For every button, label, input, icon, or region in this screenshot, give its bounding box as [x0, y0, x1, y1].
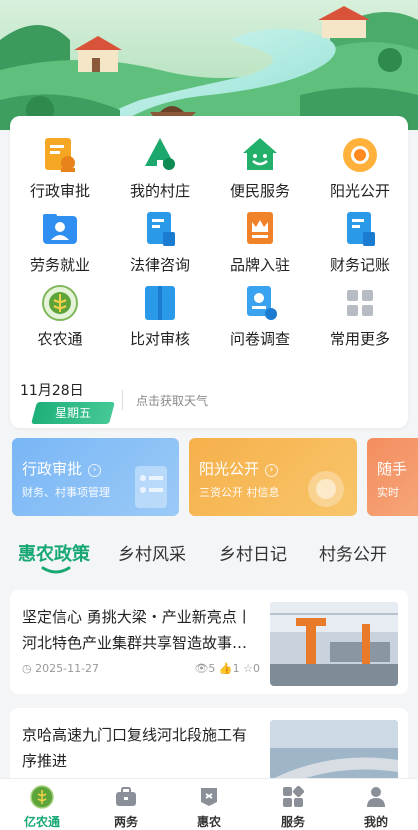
- service-label: 农农通: [37, 330, 83, 348]
- news-card[interactable]: 京哈高速九门口复线河北段施工有序推进: [10, 708, 408, 804]
- user-icon: [367, 787, 385, 807]
- chevron-right-icon: ›: [265, 464, 279, 477]
- briefcase-icon: [116, 787, 136, 806]
- promo-subtitle: 实时: [377, 486, 399, 499]
- news-title: 京哈高速九门口复线河北段施工有序推进: [22, 726, 248, 770]
- promo-sunshine-public[interactable]: 阳光公开 › 三资公开 村信息: [189, 438, 357, 516]
- promo-subtitle: 财务、村事项管理: [22, 486, 110, 499]
- service-label: 品牌入驻: [229, 256, 290, 274]
- sun-decor-icon: [308, 471, 344, 507]
- tab-policy[interactable]: 惠农政策: [18, 540, 90, 566]
- news-thumbnail-factory: [270, 602, 398, 686]
- service-label: 问卷调查: [229, 330, 290, 348]
- service-label: 劳务就业: [29, 256, 90, 274]
- service-more[interactable]: 常用更多: [310, 284, 410, 354]
- service-label: 便民服务: [229, 182, 290, 200]
- more-grid-icon: [347, 290, 373, 316]
- yinongtong-logo-icon: [30, 785, 54, 809]
- header-banner: [0, 0, 418, 130]
- service-survey[interactable]: 问卷调查: [210, 284, 310, 354]
- nav-service[interactable]: 服务: [251, 783, 335, 830]
- service-compare-review[interactable]: 比对审核: [110, 284, 210, 354]
- nav-yinongtong[interactable]: 亿农通: [0, 783, 84, 830]
- nav-mine[interactable]: 我的: [334, 783, 418, 830]
- sun-icon: [343, 138, 377, 172]
- thumbs-up-icon[interactable]: 👍: [219, 662, 233, 675]
- weather-weekday-badge: 星期五: [31, 402, 115, 424]
- clock-icon: ◷: [22, 662, 32, 675]
- views-count: 5: [208, 662, 216, 675]
- service-legal-consult[interactable]: 法律咨询: [110, 210, 210, 280]
- service-brand-settle[interactable]: 品牌入驻: [210, 210, 310, 280]
- weather-bar[interactable]: 11月28日 星期五 点击获取天气: [10, 370, 408, 428]
- service-convenience[interactable]: 便民服务: [210, 136, 310, 206]
- favorites-count: 0: [253, 662, 260, 675]
- service-label: 我的村庄: [129, 182, 190, 200]
- approval-doc-icon: [45, 138, 75, 172]
- nav-huinong[interactable]: 惠农: [167, 783, 251, 830]
- compare-book-icon: [145, 286, 175, 320]
- survey-icon: [247, 286, 277, 320]
- house-smile-icon: [243, 138, 277, 170]
- service-my-village[interactable]: 我的村庄: [110, 136, 210, 206]
- news-tabs: 惠农政策 乡村风采 乡村日记 村务公开: [0, 536, 418, 576]
- worker-folder-icon: [43, 214, 77, 244]
- brand-crown-icon: [247, 212, 273, 244]
- service-label: 常用更多: [329, 330, 390, 348]
- village-tree-icon: [145, 138, 175, 170]
- service-label: 比对审核: [129, 330, 190, 348]
- chevron-right-icon: ›: [88, 464, 102, 477]
- nav-label: 我的: [363, 815, 388, 829]
- service-finance-ledger[interactable]: 财务记账: [310, 210, 410, 280]
- weather-fetch-link[interactable]: 点击获取天气: [136, 392, 208, 409]
- eye-icon: 👁: [194, 662, 209, 675]
- bottom-navigation: 亿农通 两务 惠农 服务 我的: [0, 778, 418, 830]
- service-labor-employment[interactable]: 劳务就业: [10, 210, 110, 280]
- service-label: 阳光公开: [329, 182, 390, 200]
- star-icon[interactable]: ☆: [243, 662, 253, 675]
- nav-label: 惠农: [196, 815, 221, 829]
- nav-label: 两务: [113, 815, 138, 829]
- service-sunshine-public[interactable]: 阳光公开: [310, 136, 410, 206]
- promo-title: 行政审批 ›: [22, 458, 102, 479]
- promo-title: 阳光公开 ›: [199, 458, 279, 479]
- promo-subtitle: 三资公开 村信息: [199, 486, 280, 499]
- service-label: 法律咨询: [129, 256, 190, 274]
- tab-village-affairs[interactable]: 村务公开: [319, 540, 387, 565]
- nongnongtong-logo-icon: [42, 285, 78, 321]
- nav-label: 服务: [280, 815, 305, 829]
- likes-count: 1: [232, 662, 240, 675]
- promo-casual-snap[interactable]: 随手 实时: [367, 438, 418, 516]
- service-admin-approval[interactable]: 行政审批: [10, 136, 110, 206]
- promo-title: 随手: [377, 460, 408, 478]
- weather-divider: [122, 390, 123, 410]
- service-nongnongtong[interactable]: 农农通: [10, 284, 110, 354]
- news-title: 坚定信心 勇挑大梁・产业新亮点丨河北特色产业集群共享智造故事…: [22, 608, 252, 652]
- law-book-icon: [147, 212, 175, 246]
- news-card[interactable]: 坚定信心 勇挑大梁・产业新亮点丨河北特色产业集群共享智造故事… ◷ 2025-1…: [10, 590, 408, 694]
- tab-village-diary[interactable]: 乡村日记: [219, 540, 287, 565]
- news-date: ◷ 2025-11-27: [22, 662, 100, 675]
- news-stats: 👁5 👍1 ☆0: [194, 662, 260, 675]
- active-tab-indicator: [41, 566, 71, 574]
- nav-liangwu[interactable]: 两务: [84, 783, 168, 830]
- service-label: 行政审批: [29, 182, 90, 200]
- service-label: 财务记账: [329, 256, 390, 274]
- weather-date: 11月28日: [20, 383, 84, 399]
- tab-village-style[interactable]: 乡村风采: [118, 540, 186, 565]
- promo-admin-approval[interactable]: 行政审批 › 财务、村事项管理: [12, 438, 179, 516]
- apps-icon: [283, 785, 305, 807]
- nav-label: 亿农通: [23, 815, 60, 829]
- flag-icon: [201, 788, 217, 806]
- finance-book-icon: [347, 212, 375, 246]
- checklist-icon: [135, 466, 167, 508]
